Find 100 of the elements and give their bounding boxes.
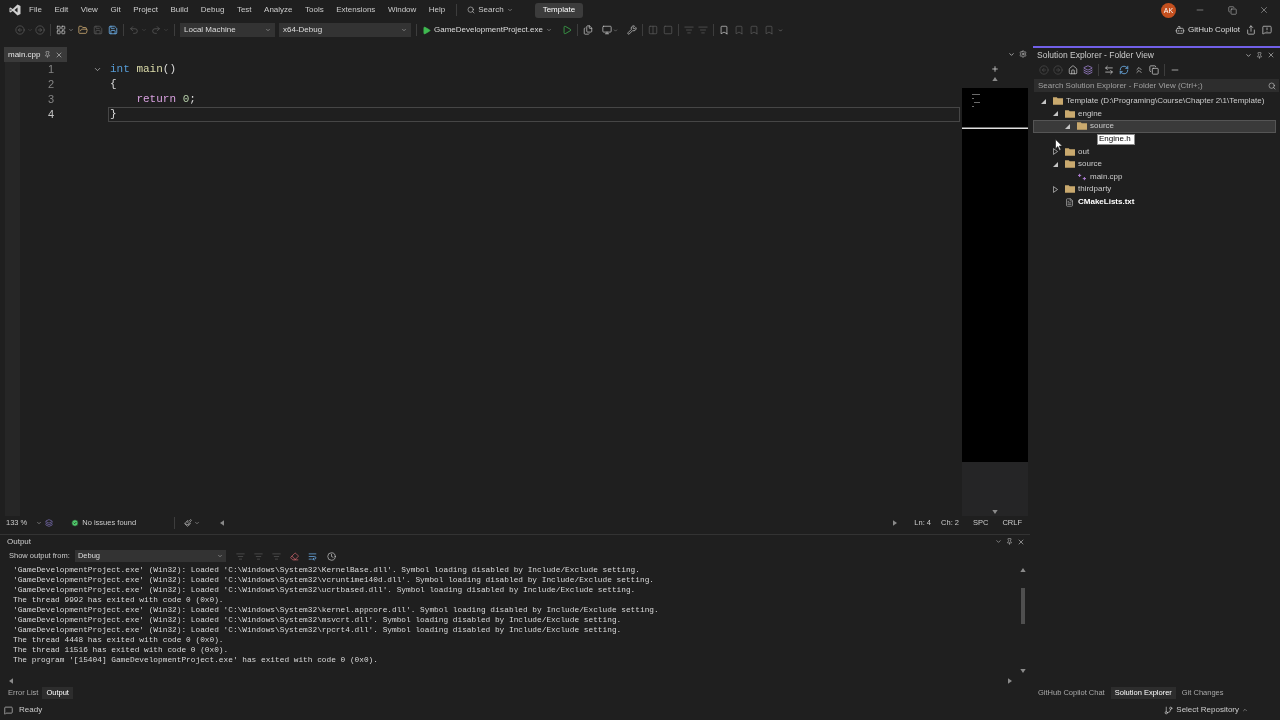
play-icon: [422, 25, 431, 35]
menu-item[interactable]: Help: [428, 6, 446, 14]
folder-icon: [1052, 97, 1063, 106]
pin-icon[interactable]: [1256, 51, 1263, 59]
tree-item[interactable]: main.cpp: [1033, 170, 1276, 184]
wrench-icon[interactable]: [626, 25, 637, 35]
copy-icon[interactable]: [1149, 65, 1159, 75]
tree-item[interactable]: thirdparty: [1033, 183, 1276, 196]
line-number: 4: [46, 109, 54, 120]
scroll-left-arrow-icon[interactable]: [9, 678, 13, 684]
plus-icon[interactable]: [991, 65, 999, 73]
grid-icon[interactable]: [56, 25, 66, 35]
caret-icon: [265, 27, 271, 33]
search-button[interactable]: Search: [467, 4, 513, 16]
refresh-icon[interactable]: [1119, 65, 1129, 75]
close-icon[interactable]: [1259, 5, 1269, 15]
search-field[interactable]: Search Solution Explorer - Folder View (Ctrl+;): [1034, 79, 1279, 92]
menu-item[interactable]: View: [80, 6, 98, 14]
layers-icon[interactable]: [1083, 65, 1093, 75]
file-icon: [1065, 197, 1074, 207]
caret-icon: [545, 27, 552, 33]
caret-icon[interactable]: [995, 538, 1002, 545]
pin-icon[interactable]: [1006, 538, 1013, 545]
solution-name-button[interactable]: Template: [534, 2, 584, 18]
menu-item[interactable]: Extensions: [336, 6, 376, 14]
copilot-button[interactable]: GitHub Copilot: [1174, 24, 1240, 36]
collapse-all-icon[interactable]: [1134, 65, 1144, 75]
expanded-arrow-icon[interactable]: [1040, 98, 1046, 104]
tree-item[interactable]: source: [1033, 120, 1276, 133]
target-dropdown[interactable]: Local Machine: [180, 23, 275, 37]
start-debugging-button[interactable]: GameDevelopmentProject.exe: [422, 24, 552, 36]
menu-item[interactable]: Tools: [305, 6, 324, 14]
monitor-icon[interactable]: [601, 25, 612, 35]
tree-item[interactable]: CMakeLists.txt: [1033, 195, 1276, 209]
caret-icon[interactable]: [1008, 50, 1015, 58]
files-icon[interactable]: [582, 25, 593, 35]
open-folder-icon[interactable]: [78, 25, 88, 35]
menu-item[interactable]: File: [29, 6, 42, 14]
tree-item[interactable]: engine: [1033, 107, 1276, 121]
scroll-up-arrow-icon[interactable]: [992, 77, 998, 81]
expanded-arrow-icon[interactable]: [1052, 111, 1058, 117]
play-outline-icon[interactable]: [561, 25, 572, 35]
save-all-icon[interactable]: [108, 25, 118, 35]
line-number: 3: [46, 94, 54, 105]
bookmark-icon[interactable]: [718, 25, 729, 35]
fold-chevron-icon[interactable]: [93, 65, 102, 74]
settings-icon[interactable]: [1019, 50, 1027, 58]
folder-icon: [1076, 122, 1087, 131]
line-number: 1: [46, 64, 54, 75]
configuration-dropdown[interactable]: x64-Debug: [279, 23, 411, 37]
check-circle-icon: [71, 519, 80, 527]
feedback-icon[interactable]: [1262, 25, 1272, 35]
expanded-arrow-icon[interactable]: [1052, 161, 1058, 167]
caret-icon: [216, 553, 223, 559]
tree-item[interactable]: Template (D:\Programing\Course\Chapter 2\1\Template): [1033, 95, 1276, 108]
caret-icon[interactable]: [194, 520, 201, 526]
restore-icon[interactable]: [1227, 5, 1237, 15]
eraser-icon[interactable]: [289, 551, 299, 561]
pin-icon[interactable]: [44, 51, 52, 58]
left-right-arrows-icon[interactable]: [1104, 65, 1114, 75]
folder-icon: [1064, 160, 1075, 169]
word-wrap-icon[interactable]: [307, 551, 317, 561]
line-number: 2: [46, 79, 54, 90]
search-icon: [1268, 81, 1276, 90]
share-icon[interactable]: [1246, 25, 1256, 35]
caret-icon: [36, 520, 43, 526]
rename-field[interactable]: Engine.h: [1097, 133, 1135, 145]
scroll-up-arrow-icon[interactable]: [1020, 568, 1026, 572]
tree-item[interactable]: source: [1033, 157, 1276, 171]
caret-icon[interactable]: [68, 27, 74, 33]
editor-tab[interactable]: main.cpp: [4, 47, 68, 62]
menu-item[interactable]: Git: [110, 6, 121, 14]
menu-item[interactable]: Test: [236, 6, 252, 14]
home-icon[interactable]: [1068, 65, 1078, 75]
clock-icon[interactable]: [326, 551, 336, 561]
scroll-right-arrow-icon[interactable]: [893, 520, 898, 526]
scroll-right-arrow-icon[interactable]: [1008, 678, 1012, 684]
scroll-left-arrow-icon[interactable]: [220, 520, 225, 526]
caret-icon: [1242, 707, 1248, 713]
collapsed-arrow-icon[interactable]: [1052, 148, 1058, 156]
close-icon[interactable]: [1017, 537, 1025, 546]
code-line: return 0;: [135, 94, 196, 105]
scroll-down-arrow-icon[interactable]: [1020, 669, 1026, 673]
scroll-thumb[interactable]: [1021, 588, 1025, 624]
menu-item[interactable]: Window: [387, 6, 417, 14]
brush-icon[interactable]: [184, 519, 193, 527]
menu-item[interactable]: Debug: [200, 6, 225, 14]
menu-item[interactable]: Build: [170, 6, 189, 14]
menu-item[interactable]: Edit: [54, 6, 69, 14]
menu-item[interactable]: Analyze: [264, 6, 293, 14]
expanded-arrow-icon[interactable]: [1064, 124, 1070, 129]
menu-item[interactable]: Project: [133, 6, 159, 14]
scroll-down-arrow-icon[interactable]: [992, 510, 998, 514]
collapsed-arrow-icon[interactable]: [1052, 185, 1058, 193]
caret-icon[interactable]: [1245, 51, 1252, 59]
select-repository-button[interactable]: Select Repository: [1164, 704, 1248, 716]
close-icon[interactable]: [1267, 51, 1275, 59]
message-icon[interactable]: [4, 705, 13, 715]
close-icon[interactable]: [55, 50, 64, 59]
tree-item[interactable]: out: [1033, 145, 1276, 158]
